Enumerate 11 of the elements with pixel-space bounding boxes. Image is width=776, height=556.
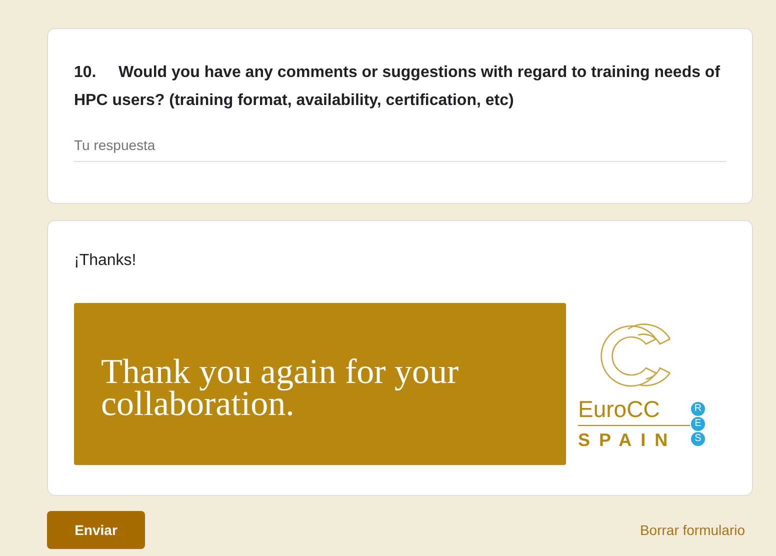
banner-text: Thank you again for your collaboration.	[101, 356, 460, 420]
badge-letter: S	[691, 432, 705, 446]
section-title: ¡Thanks!	[74, 251, 136, 271]
badge-letter: R	[691, 402, 705, 416]
logo-name: EuroCC	[578, 397, 660, 421]
logo-country: SPAIN	[578, 430, 677, 450]
question-text: 10. Would you have any comments or suggestions with regard to training needs of HPC users? (training format, availability, certification, etc)	[74, 63, 722, 111]
clear-form-link[interactable]: Borrar formulario	[640, 520, 745, 540]
submit-button[interactable]: Enviar	[47, 511, 145, 549]
badge-letter: E	[691, 416, 705, 430]
answer-field[interactable]: Tu respuesta	[74, 135, 726, 162]
